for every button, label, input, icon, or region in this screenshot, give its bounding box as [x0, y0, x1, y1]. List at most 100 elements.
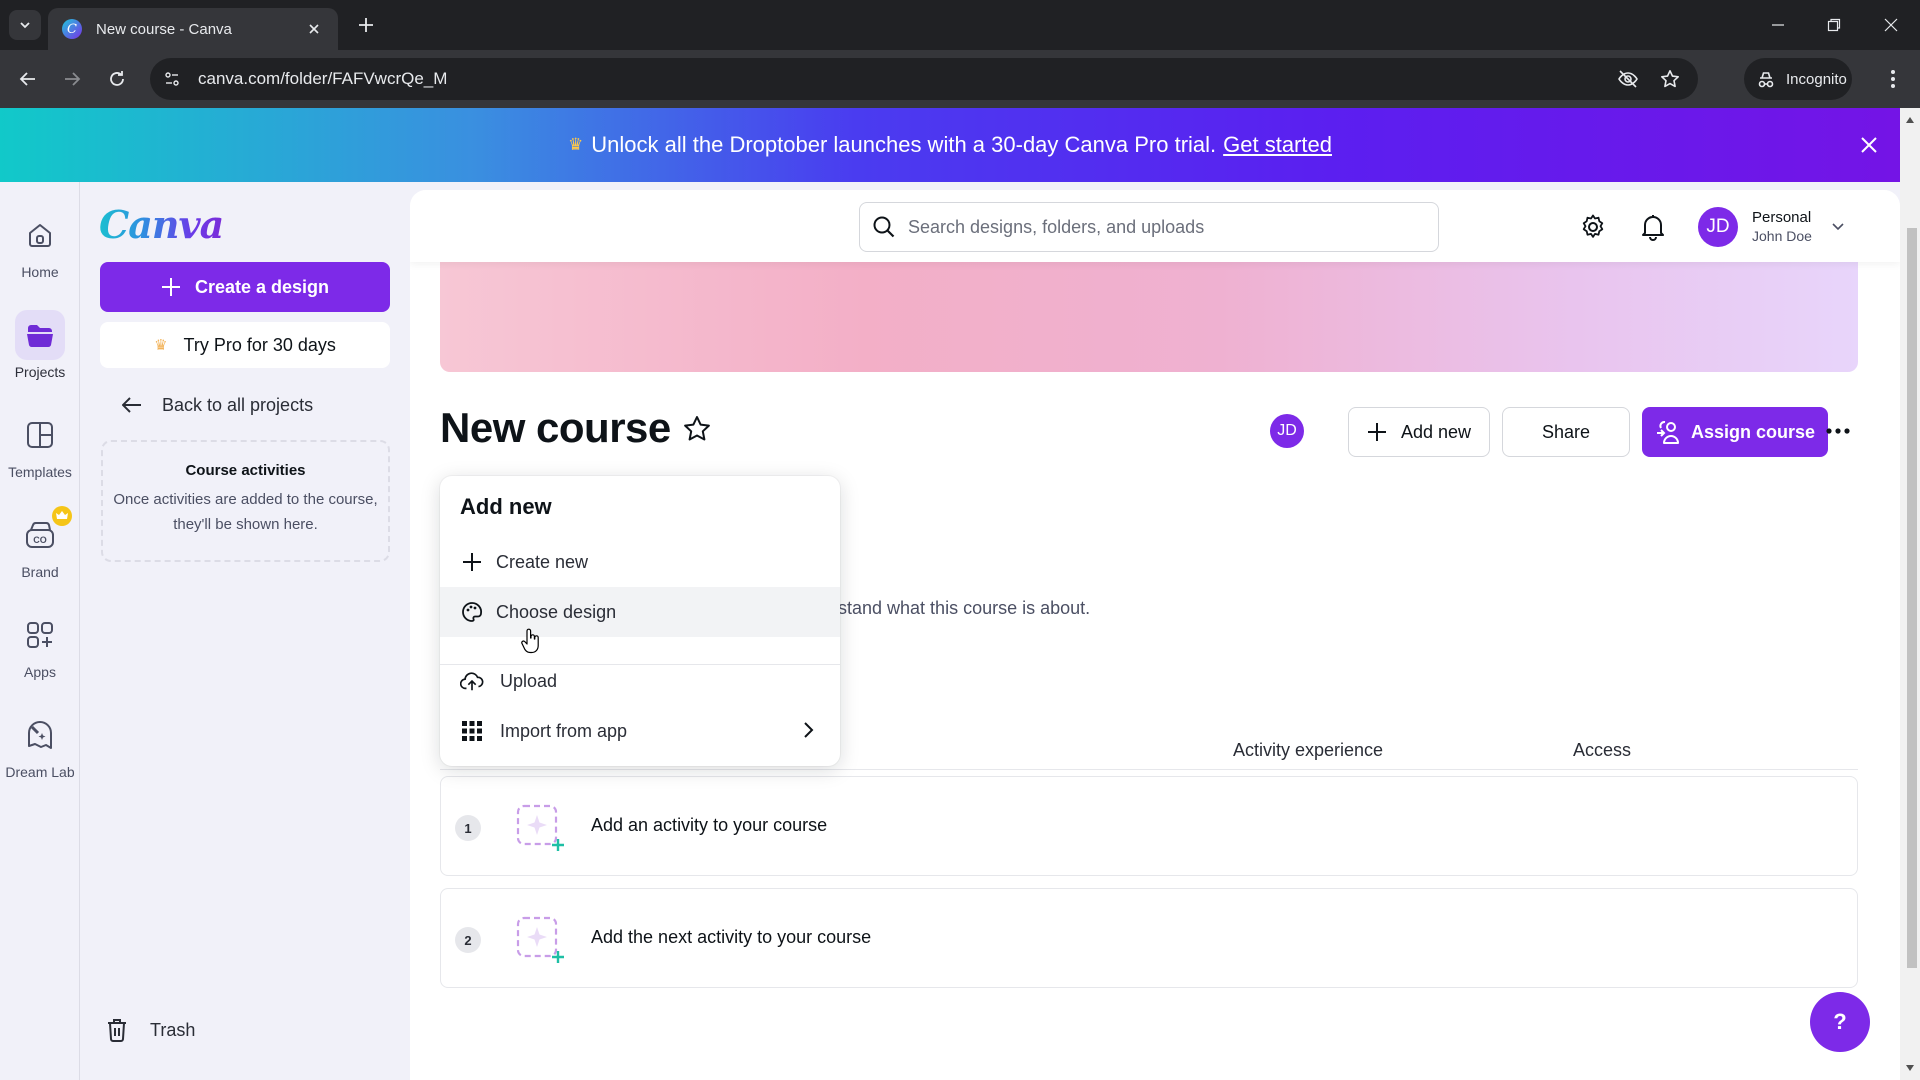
crown-icon: ♛: [568, 135, 584, 154]
more-options-button[interactable]: [1820, 416, 1856, 446]
rail-item-projects[interactable]: Projects: [0, 306, 80, 396]
browser-menu-button[interactable]: [1880, 66, 1906, 92]
search-icon: [873, 216, 895, 238]
rail-item-templates[interactable]: Templates: [0, 406, 80, 496]
chevron-down-icon: [20, 22, 30, 29]
menu-item-import-from-app[interactable]: Import from app: [440, 706, 840, 756]
url-text: canva.com/folder/FAFVwcrQe_M: [198, 69, 448, 88]
rail-icon-wrap: [15, 410, 65, 460]
tracking-protection-button[interactable]: [1614, 65, 1642, 93]
new-tab-button[interactable]: [354, 13, 378, 37]
trash-icon: [108, 1019, 126, 1042]
account-switcher[interactable]: JD Personal John Doe: [1698, 207, 1844, 247]
scroll-up-arrow-icon[interactable]: [1904, 114, 1916, 126]
search-field[interactable]: [859, 202, 1439, 252]
trash-link[interactable]: Trash: [106, 1018, 195, 1042]
rail-label: Dream Lab: [5, 764, 75, 780]
browser-tab-active[interactable]: C New course - Canva: [48, 8, 338, 50]
minimize-button[interactable]: [1764, 12, 1792, 38]
arrow-right-icon: [65, 72, 81, 86]
templates-icon: [27, 422, 53, 448]
tab-search-button[interactable]: [9, 10, 41, 40]
rail-item-brand[interactable]: CO Brand: [0, 506, 80, 596]
svg-text:CO: CO: [33, 535, 47, 545]
collaborator-avatar[interactable]: JD: [1270, 414, 1304, 448]
notifications-button[interactable]: [1638, 212, 1668, 242]
close-icon: [309, 24, 319, 34]
tab-close-button[interactable]: [304, 19, 324, 39]
assign-course-label: Assign course: [1690, 421, 1816, 442]
course-description[interactable]: stand what this course is about.: [838, 598, 1090, 619]
add-new-button[interactable]: Add new: [1348, 407, 1490, 457]
page-scrollbar[interactable]: [1900, 108, 1920, 1080]
activity-row[interactable]: 2 Add the next activity to your course: [440, 888, 1858, 988]
apps-icon: [27, 622, 53, 648]
reload-button[interactable]: [104, 66, 130, 92]
plus-icon: [161, 278, 180, 296]
back-button[interactable]: [15, 66, 41, 92]
promo-banner: ♛ Unlock all the Droptober launches with…: [0, 108, 1900, 182]
settings-button[interactable]: [1578, 212, 1608, 242]
help-button[interactable]: ?: [1810, 992, 1870, 1052]
menu-icon-wrap: [460, 550, 484, 574]
activity-label: Add an activity to your course: [591, 815, 828, 835]
crown-badge-icon: [52, 506, 72, 526]
incognito-label: Incognito: [1786, 70, 1847, 88]
rail-item-home[interactable]: Home: [0, 206, 80, 296]
site-info-button[interactable]: [158, 65, 186, 93]
back-to-projects-link[interactable]: Back to all projects: [122, 390, 313, 420]
bookmark-button[interactable]: [1656, 65, 1684, 93]
home-icon: [29, 224, 51, 247]
more-horizontal-icon: [1826, 428, 1850, 434]
gear-icon: [1582, 214, 1604, 238]
promo-message: Unlock all the Droptober launches with a…: [591, 132, 1217, 157]
promo-close-button[interactable]: [1856, 132, 1882, 158]
menu-icon-wrap: [460, 719, 484, 743]
dream-lab-icon: [28, 721, 52, 749]
activity-number: 1: [455, 815, 481, 841]
arrow-left-icon: [122, 397, 141, 413]
create-design-label: Create a design: [194, 276, 330, 297]
rail-item-apps[interactable]: Apps: [0, 606, 80, 696]
share-label: Share: [1541, 421, 1591, 442]
window-close-button[interactable]: [1877, 12, 1905, 38]
restore-button[interactable]: [1820, 12, 1848, 38]
account-text: Personal John Doe: [1752, 208, 1812, 246]
canva-favicon-icon: C: [62, 19, 82, 39]
assign-course-button[interactable]: Assign course: [1642, 407, 1828, 457]
rail-icon-wrap: [15, 210, 65, 260]
hand-cursor-icon: [521, 628, 539, 654]
scrollbar-thumb[interactable]: [1907, 228, 1917, 968]
address-bar[interactable]: canva.com/folder/FAFVwcrQe_M: [150, 58, 1698, 100]
menu-item-upload[interactable]: Upload: [440, 656, 840, 706]
avatar: JD: [1698, 207, 1738, 247]
incognito-indicator[interactable]: Incognito: [1744, 58, 1852, 100]
canva-logo[interactable]: Canva: [99, 202, 224, 247]
top-bar: JD Personal John Doe: [410, 190, 1900, 262]
try-pro-button[interactable]: ♛ Try Pro for 30 days: [100, 322, 390, 368]
grid-icon: [462, 721, 482, 741]
rail-item-dream-lab[interactable]: Dream Lab: [0, 706, 80, 796]
restore-icon: [1827, 18, 1841, 32]
create-design-button[interactable]: Create a design: [100, 262, 390, 312]
chevron-down-icon: [1832, 223, 1844, 231]
star-icon[interactable]: [682, 414, 712, 444]
scroll-down-arrow-icon[interactable]: [1904, 1062, 1916, 1074]
menu-title: Add new: [460, 494, 552, 519]
menu-item-label: Upload: [500, 670, 558, 691]
eye-off-icon: [1618, 70, 1638, 88]
get-started-link[interactable]: Get started: [1223, 132, 1332, 158]
forward-button[interactable]: [59, 66, 85, 92]
column-header-access: Access: [1573, 740, 1632, 760]
menu-item-create-new[interactable]: Create new: [440, 537, 840, 587]
rail-icon-wrap: [15, 310, 65, 360]
plus-icon: [1367, 423, 1386, 441]
plus-icon: [463, 553, 481, 571]
search-input[interactable]: [908, 216, 1408, 238]
rail-label: Projects: [14, 364, 66, 380]
activity-row[interactable]: 1 Add an activity to your course: [440, 776, 1858, 876]
more-vertical-icon: [1891, 70, 1895, 88]
share-button[interactable]: Share: [1502, 407, 1630, 457]
rail-icon-wrap: [15, 710, 65, 760]
menu-item-choose-design[interactable]: Choose design: [440, 587, 840, 637]
